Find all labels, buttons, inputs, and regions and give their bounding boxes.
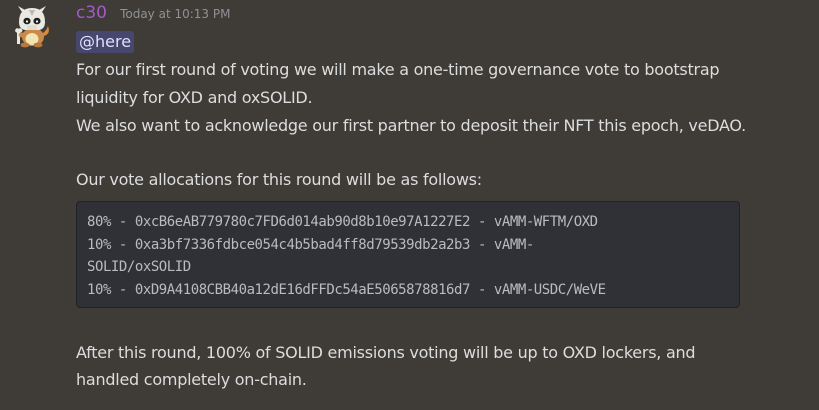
code-line: SOLID/oxSOLID (87, 259, 191, 275)
code-block[interactable]: 80% - 0xcB6eAB779780c7FD6d014ab90d8b10e9… (76, 201, 740, 308)
code-line: 80% - 0xcB6eAB779780c7FD6d014ab90d8b10e9… (87, 214, 598, 230)
message-line: liquidity for OXD and oxSOLID. (76, 88, 313, 107)
author-name[interactable]: c30 (76, 3, 107, 23)
message-line: handled completely on-chain. (76, 370, 307, 389)
cubone-avatar-icon[interactable] (12, 4, 52, 48)
message-line: For our first round of voting we will ma… (76, 60, 720, 79)
message-line: We also want to acknowledge our first pa… (76, 116, 746, 135)
code-line: 10% - 0xa3bf7336fdbce054c4b5bad4ff8d7953… (87, 237, 534, 253)
message-line: After this round, 100% of SOLID emission… (76, 343, 696, 362)
code-line: 10% - 0xD9A4108CBB40a12dE16dFFDc54aE5065… (87, 282, 606, 298)
message-line: Our vote allocations for this round will… (76, 170, 482, 189)
here-mention[interactable]: @here (76, 31, 135, 53)
message-timestamp[interactable]: Today at 10:13 PM (120, 7, 230, 21)
message-header: c30 Today at 10:13 PM (76, 3, 230, 27)
chat-message: c30 Today at 10:13 PM @here For our firs… (0, 0, 819, 410)
